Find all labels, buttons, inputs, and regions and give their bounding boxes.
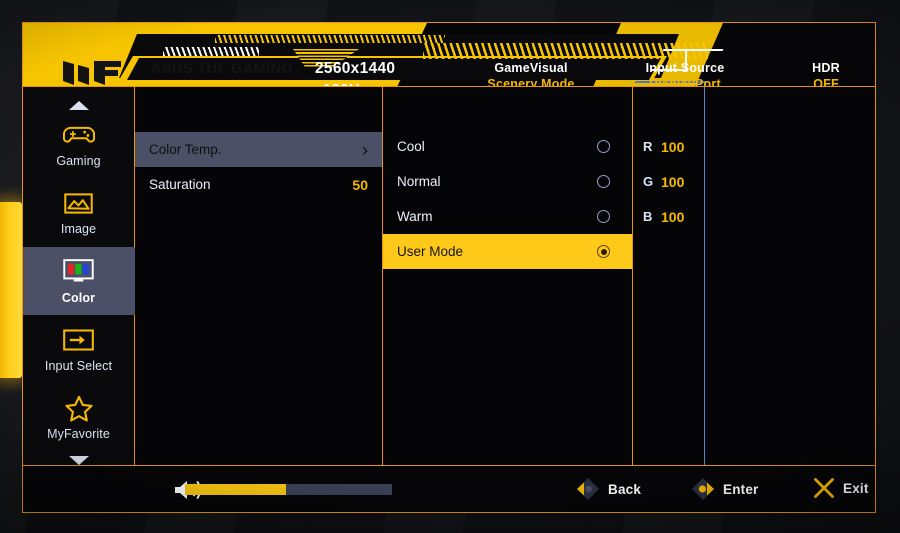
sidebar-item-gaming-label: Gaming [56, 153, 101, 168]
status-gamevisual: GameVisual Scenery Mode [456, 61, 606, 87]
rgb-row-g[interactable]: G 100 [633, 164, 704, 199]
sidebar: Gaming Image Color Input Select MyFavori… [22, 87, 135, 466]
resolution-text: 2560x1440 [315, 60, 396, 77]
option-row-cool[interactable]: Cool [383, 129, 632, 164]
osd-header: ASUS TUF GAMING VG27AQ3A 2560x1440 180Hz… [23, 23, 875, 87]
option-row-user-mode[interactable]: User Mode [383, 234, 632, 269]
rgb-row-r[interactable]: R 100 [633, 129, 704, 164]
color-monitor-icon [62, 258, 96, 286]
sidebar-item-color-label: Color [61, 290, 96, 305]
status-input-source: Input Source DisplayPort [610, 61, 760, 87]
status-hdr-value: OFF [813, 77, 839, 87]
gamepad-icon [62, 121, 96, 149]
sidebar-item-image-label: Image [60, 222, 97, 237]
arrow-in-box-icon [62, 326, 96, 354]
menu-row-saturation-value: 50 [352, 176, 368, 193]
sidebar-item-myfavorite-label: MyFavorite [47, 427, 110, 442]
chevron-right-icon: › [362, 139, 368, 160]
osd-footer: Back Enter Exit [23, 465, 875, 512]
volume-slider[interactable] [185, 484, 392, 495]
exit-button-label: Exit [843, 480, 869, 496]
picture-icon [62, 189, 96, 217]
back-button[interactable]: Back [576, 477, 641, 501]
sidebar-item-input-select-label: Input Select [44, 358, 113, 373]
rgb-row-g-channel: G [643, 174, 654, 189]
option-row-cool-label: Cool [397, 139, 425, 154]
sidebar-item-image[interactable]: Image [23, 178, 135, 246]
header-hatch-white-small [163, 47, 259, 56]
status-input-source-value: DisplayPort [649, 77, 721, 87]
rgb-values-column: R 100 G 100 B 100 [633, 87, 705, 465]
rgb-row-g-value: 100 [661, 173, 685, 190]
volume-slider-fill [185, 484, 287, 495]
option-row-warm[interactable]: Warm [383, 199, 632, 234]
sidebar-item-gaming[interactable]: Gaming [23, 110, 135, 178]
rgb-row-r-value: 100 [661, 138, 685, 155]
option-row-normal-label: Normal [397, 174, 441, 189]
sidebar-item-myfavorite[interactable]: MyFavorite [23, 384, 135, 452]
options-column: Cool Normal Warm User Mode [383, 87, 633, 465]
tuf-logo [63, 61, 121, 85]
radio-user-mode[interactable] [597, 245, 610, 258]
option-row-normal[interactable]: Normal [383, 164, 632, 199]
radio-warm[interactable] [597, 210, 610, 223]
status-input-source-key: Input Source [645, 61, 725, 75]
option-row-user-mode-label: User Mode [397, 244, 464, 259]
status-gamevisual-value: Scenery Mode [487, 77, 575, 87]
menu-row-saturation[interactable]: Saturation 50 [135, 167, 382, 202]
close-x-icon [814, 478, 834, 498]
star-icon [62, 394, 96, 422]
dpad-right-icon [692, 478, 714, 500]
exit-button[interactable]: Exit [813, 477, 869, 499]
back-button-label: Back [608, 481, 642, 497]
rgb-row-r-channel: R [643, 139, 653, 154]
status-hdr-key: HDR [812, 61, 840, 75]
status-gamevisual-key: GameVisual [494, 61, 568, 75]
enter-button[interactable]: Enter [691, 477, 759, 501]
status-hdr: HDR OFF [751, 61, 875, 87]
dpad-left-icon [577, 478, 599, 500]
rgb-row-b[interactable]: B 100 [633, 199, 704, 234]
rgb-row-b-value: 100 [661, 208, 685, 225]
header-hatch-diagonal [423, 43, 708, 59]
scroll-up-arrow-icon[interactable] [68, 101, 89, 110]
scroll-down-arrow-icon[interactable] [68, 456, 89, 466]
option-row-warm-label: Warm [397, 209, 433, 224]
menu-row-saturation-label: Saturation [149, 177, 211, 192]
sidebar-item-input-select[interactable]: Input Select [23, 315, 135, 383]
menu-column: Color Temp. › Saturation 50 [135, 87, 383, 465]
enter-button-label: Enter [723, 481, 759, 497]
menu-row-color-temp[interactable]: Color Temp. › [135, 132, 382, 167]
header-white-line-1 [662, 49, 724, 51]
left-edge-accent-glow [0, 202, 22, 378]
osd-panel: ASUS TUF GAMING VG27AQ3A 2560x1440 180Hz… [22, 22, 876, 513]
radio-normal[interactable] [597, 175, 610, 188]
sidebar-item-color[interactable]: Color [22, 246, 135, 316]
header-hatch-top [215, 35, 445, 43]
radio-cool[interactable] [597, 140, 610, 153]
brand-name: ASUS TUF GAMING [151, 61, 294, 77]
osd-body: Gaming Image Color Input Select MyFavori… [22, 87, 875, 466]
menu-row-color-temp-label: Color Temp. [149, 142, 222, 157]
rgb-row-b-channel: B [643, 209, 653, 224]
empty-right-column [705, 87, 875, 465]
